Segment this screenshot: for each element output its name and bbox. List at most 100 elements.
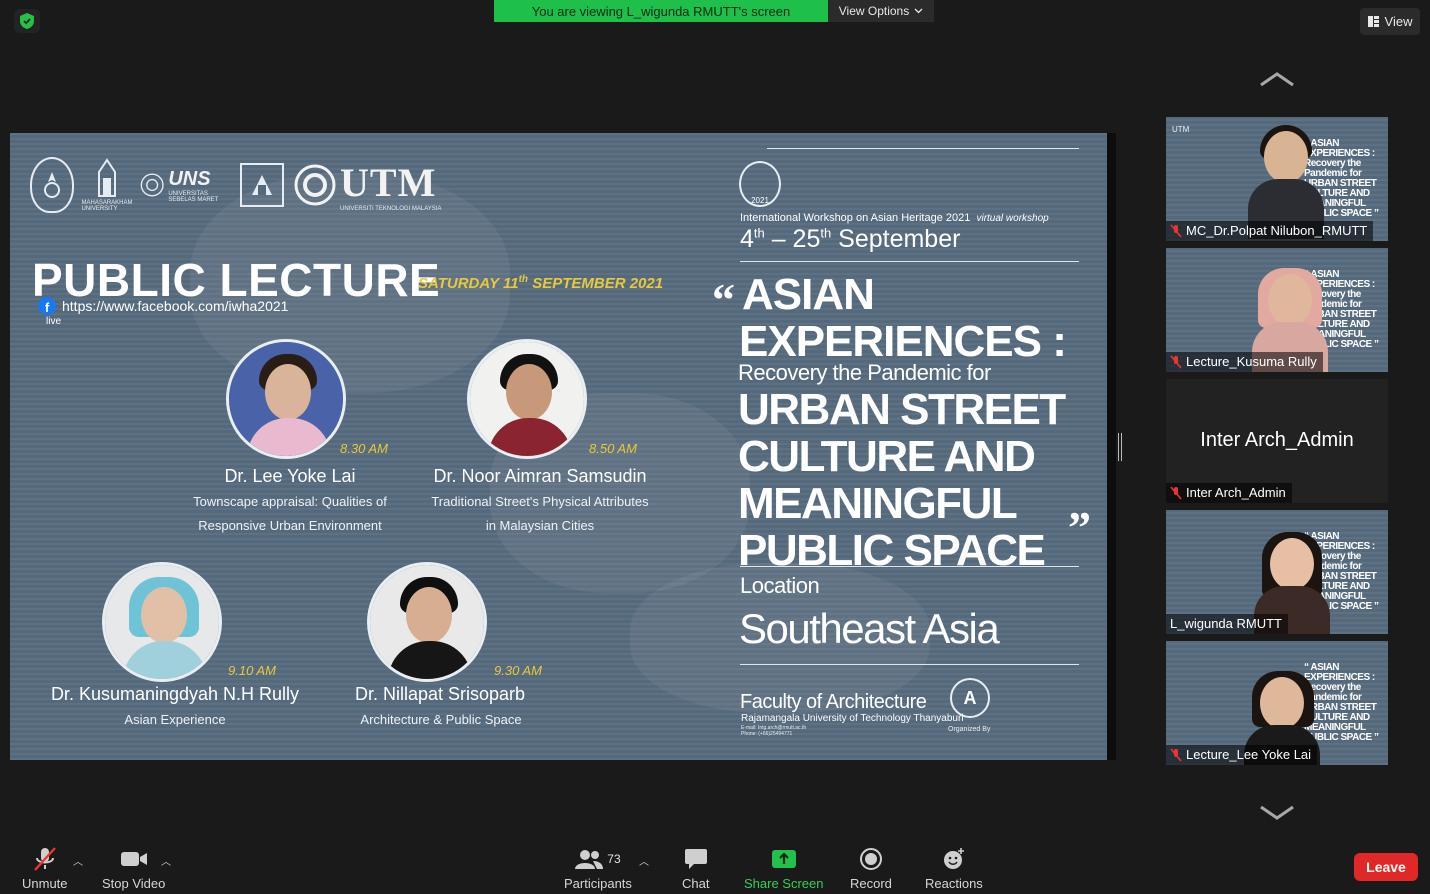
uns-label: UNS (168, 167, 211, 190)
participants-options-caret-icon[interactable]: ︿ (639, 853, 649, 868)
participant-tile[interactable]: UTM “ ASIAN EXPERIENCES : Recovery the P… (1166, 117, 1388, 241)
speaker-photo (102, 562, 222, 682)
faculty-phone: Phone: (+66)25494771 (741, 731, 793, 737)
live-label: live (46, 316, 62, 327)
participant-name-tag: Lecture_Kusuma Rully (1166, 352, 1323, 372)
participant-name: Lecture_Kusuma Rully (1186, 354, 1317, 369)
mic-muted-icon (1170, 354, 1182, 369)
speaker-time: 8.30 AM (340, 441, 388, 456)
workshop-name: International Workshop on Asian Heritage… (740, 212, 1049, 224)
view-label: View (1384, 14, 1413, 29)
participant-name: Inter Arch_Admin (1186, 485, 1286, 500)
divider (740, 664, 1079, 665)
mic-muted-icon (1170, 485, 1182, 500)
scroll-up-chevron-icon[interactable] (1258, 70, 1296, 88)
speaker-topic: Traditional Street's Physical Attributes… (405, 490, 675, 538)
reactions-button[interactable]: Reactions (925, 846, 983, 891)
speaker-name: Dr. Noor Aimran Samsudin (433, 466, 647, 486)
divider (767, 148, 1079, 149)
shared-screen: MAHASARAKHAM UNIVERSITY UNS UNIVERSITAS … (10, 133, 1107, 760)
utm-sub-label: UNIVERSITI TEKNOLOGI MALAYSIA (340, 205, 442, 212)
mic-muted-icon (33, 847, 56, 871)
grid-layout-icon (1367, 16, 1379, 27)
lecture-date: SATURDAY 11th SEPTEMBER 2021 (418, 274, 663, 292)
record-icon (859, 848, 882, 870)
unmute-label: Unmute (22, 876, 68, 891)
speaker-name: Dr. Lee Yoke Lai (224, 466, 356, 486)
chevron-down-icon (914, 8, 923, 14)
participant-name: MC_Dr.Polpat Nilubon_RMUTT (1186, 223, 1368, 238)
location-value: Southeast Asia (739, 605, 1000, 652)
participant-name: Lecture_Lee Yoke Lai (1186, 747, 1312, 762)
video-options-caret-icon[interactable]: ︿ (161, 853, 171, 868)
speaker-time: 9.10 AM (228, 663, 276, 678)
date-suffix: th (518, 274, 529, 285)
mic-muted-icon (1170, 747, 1182, 762)
workshop-end: – 25 (764, 225, 821, 253)
theme-line-1: ASIAN (742, 270, 875, 319)
speaker-topic: Architecture & Public Space (320, 708, 562, 732)
speaker-topic-line: Townscape appraisal: Qualities of (193, 494, 387, 509)
utm-label: UTM (340, 159, 437, 205)
workshop-start: 4 (740, 225, 754, 253)
share-screen-button[interactable]: Share Screen (744, 846, 824, 891)
speaker-topic-line: Responsive Urban Environment (198, 518, 382, 533)
slide-border (1107, 133, 1116, 760)
organized-by-label: Organized By (948, 726, 991, 733)
participant-tile[interactable]: “ ASIAN EXPERIENCES : Recovery the Pande… (1166, 510, 1388, 634)
speaker-name: Dr. Kusumaningdyah N.H Rully (50, 684, 300, 704)
workshop-title: International Workshop on Asian Heritage… (740, 212, 971, 224)
speaker-topic: Townscape appraisal: Qualities of Respon… (160, 490, 420, 538)
mic-muted-icon (1170, 223, 1182, 238)
chat-button[interactable]: Chat (682, 846, 709, 891)
mahasarakham-logo: MAHASARAKHAM UNIVERSITY (81, 155, 133, 215)
participants-count: 73 (607, 852, 621, 866)
audio-options-caret-icon[interactable]: ︿ (73, 853, 83, 868)
participants-label: Participants (564, 876, 632, 891)
chat-bubble-icon (684, 849, 707, 869)
reactions-label: Reactions (925, 876, 983, 891)
speaker-topic: Asian Experience (70, 708, 280, 732)
workshop-dates: 4th – 25th September (740, 225, 960, 254)
scroll-down-chevron-icon[interactable] (1258, 804, 1296, 822)
divider (740, 566, 1079, 567)
date-day: SATURDAY 11 (418, 275, 519, 292)
leave-meeting-button[interactable]: Leave (1354, 853, 1418, 881)
participants-button[interactable]: 73 Participants (564, 846, 632, 891)
open-quote: “ (712, 274, 735, 325)
security-shield-icon[interactable] (14, 9, 40, 33)
participant-name: L_wigunda RMUTT (1170, 616, 1282, 631)
utm-logo: UTM UNIVERSITI TEKNOLOGI MALAYSIA (294, 157, 441, 213)
facebook-link: f https://www.facebook.com/iwha2021 (38, 297, 288, 315)
view-options-label: View Options (838, 4, 910, 18)
record-button[interactable]: Record (850, 846, 892, 891)
speaker-time: 8.50 AM (589, 441, 637, 456)
zoom-meeting-window: You are viewing L_wigunda RMUTT's screen… (0, 0, 1430, 894)
viewing-banner-text: You are viewing L_wigunda RMUTT's screen (531, 3, 791, 19)
uns-sub-label: UNIVERSITAS SEBELAS MARET (168, 190, 219, 203)
faculty-contact: E-mail: Intg.arch@rmutt.ac.th Phone: (+6… (741, 725, 806, 737)
speaker-topic-line: Architecture & Public Space (360, 712, 522, 727)
date-month-year: SEPTEMBER 2021 (528, 275, 664, 292)
participant-tile[interactable]: “ ASIAN EXPERIENCES : Recovery the Pande… (1166, 248, 1388, 372)
participant-tile[interactable]: Inter Arch_Admin Inter Arch_Admin (1166, 379, 1388, 503)
resize-handle[interactable] (1118, 433, 1122, 461)
record-label: Record (850, 876, 892, 891)
speaker-photo (467, 339, 587, 459)
speaker-topic-line: in Malaysian Cities (485, 518, 595, 533)
unmute-button[interactable]: Unmute (22, 846, 68, 891)
view-layout-button[interactable]: View (1360, 8, 1420, 35)
participant-name-tag: L_wigunda RMUTT (1166, 614, 1288, 634)
view-options-dropdown[interactable]: View Options (828, 0, 934, 22)
stop-video-label: Stop Video (102, 876, 166, 891)
facebook-url: https://www.facebook.com/iwha2021 (62, 298, 289, 314)
participant-tile[interactable]: “ ASIAN EXPERIENCES : Recovery the Pande… (1166, 641, 1388, 765)
faculty-name: Faculty of Architecture (740, 691, 927, 713)
theme-subtitle: Recovery the Pandemic for (738, 360, 991, 385)
stop-video-button[interactable]: Stop Video (102, 846, 165, 891)
speaker-photo (226, 339, 346, 459)
rmutt-seal-logo (30, 157, 74, 213)
mahasarakham-label: MAHASARAKHAM UNIVERSITY (81, 200, 133, 212)
speaker-topic-line: Traditional Street's Physical Attributes (431, 494, 649, 509)
participant-display-name: Inter Arch_Admin (1200, 429, 1354, 451)
